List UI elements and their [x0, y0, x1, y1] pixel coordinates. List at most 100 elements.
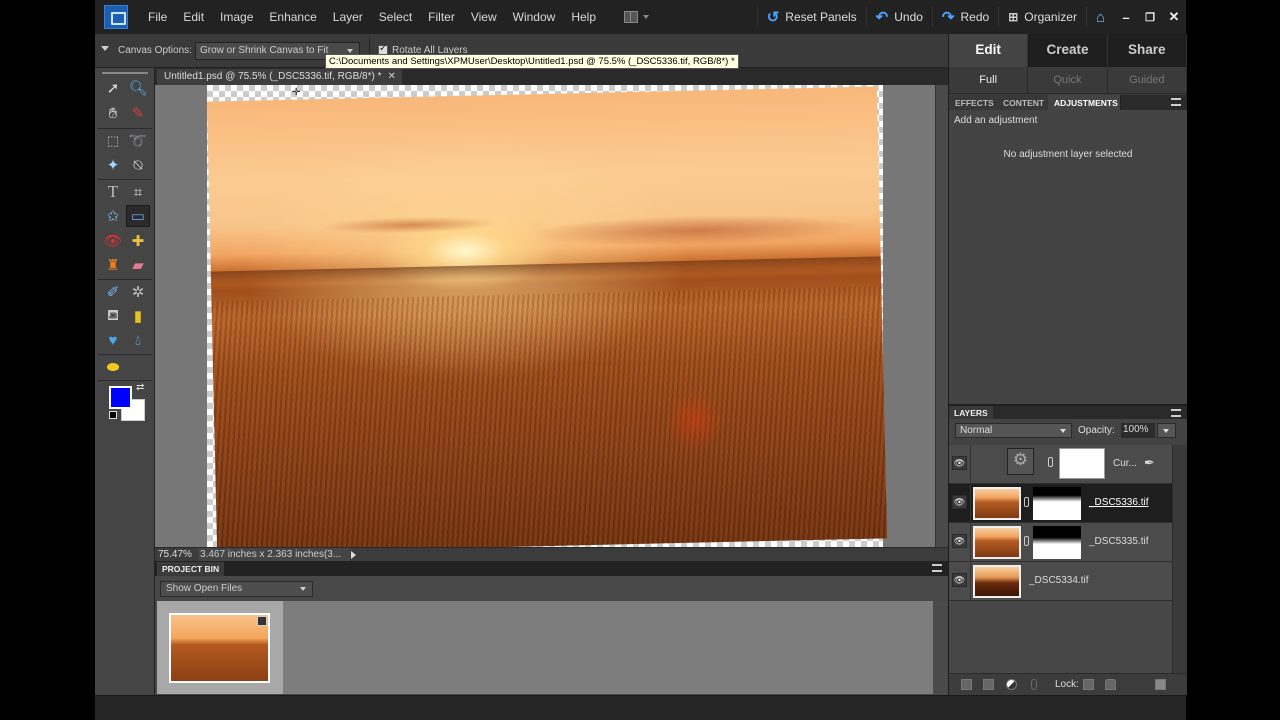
brush-tool-icon[interactable]: ✐ — [101, 281, 125, 303]
eyedropper-tool-icon[interactable]: ✎ — [126, 102, 150, 124]
menu-filter[interactable]: Filter — [420, 0, 463, 34]
layer-name[interactable]: _DSC5334.tif — [1029, 575, 1088, 586]
move-tool-icon[interactable]: ➚ — [101, 77, 125, 99]
panel-menu-icon[interactable] — [932, 564, 942, 572]
layer-mask-thumbnail[interactable] — [1059, 448, 1105, 479]
cookie-cutter-tool-icon[interactable]: ✩ — [101, 205, 125, 227]
layer-name[interactable]: _DSC5336.tif — [1089, 497, 1148, 508]
eraser-tool-icon[interactable]: ▰ — [126, 254, 150, 276]
eyedropper-icon[interactable]: ✒ — [1144, 455, 1155, 471]
healing-brush-tool-icon[interactable]: ✚ — [126, 230, 150, 252]
menu-help[interactable]: Help — [563, 0, 604, 34]
tab-create[interactable]: Create — [1028, 34, 1108, 67]
layer-row[interactable]: 👁︎ _DSC5334.tif — [949, 562, 1172, 601]
lock-all-icon[interactable] — [1105, 679, 1116, 690]
menu-image[interactable]: Image — [212, 0, 261, 34]
link-chain-icon[interactable] — [1048, 457, 1053, 467]
lasso-tool-icon[interactable]: ➰ — [126, 130, 150, 152]
show-files-select[interactable]: Show Open Files — [160, 581, 313, 597]
organizer-button[interactable]: ⊞ Organizer — [998, 7, 1086, 27]
link-layers-icon[interactable] — [1031, 679, 1037, 690]
restore-button[interactable]: ❐ — [1138, 11, 1162, 24]
gradient-tool-icon[interactable]: ▮ — [126, 305, 150, 327]
smart-brush-tool-icon[interactable]: ✲ — [126, 281, 150, 303]
layer-name[interactable]: _DSC5335.tif — [1089, 536, 1148, 547]
status-menu-arrow-icon[interactable] — [351, 551, 356, 559]
panel-menu-icon[interactable] — [1171, 409, 1181, 417]
blend-mode-select[interactable]: Normal — [955, 423, 1072, 438]
layer-name[interactable]: Cur... — [1113, 458, 1137, 469]
visibility-eye-icon[interactable]: 👁︎ — [952, 534, 967, 548]
layer-row[interactable]: 👁︎ ⚙ Cur... ✒ — [949, 445, 1172, 484]
new-layer-icon[interactable] — [961, 679, 972, 690]
menu-layer[interactable]: Layer — [325, 0, 371, 34]
canvas-area[interactable]: ✛ — [155, 85, 935, 547]
layers-scrollbar[interactable] — [1172, 445, 1187, 673]
default-colors-icon[interactable] — [109, 411, 117, 419]
layer-mask-thumbnail[interactable] — [1033, 487, 1081, 520]
foreground-color-swatch[interactable] — [109, 386, 132, 409]
layer-mask-thumbnail[interactable] — [1033, 526, 1081, 559]
minimize-button[interactable]: – — [1114, 10, 1138, 25]
type-tool-icon[interactable]: T — [101, 181, 125, 203]
home-button[interactable]: ⌂ — [1085, 7, 1114, 27]
visibility-eye-icon[interactable]: 👁︎ — [952, 573, 967, 587]
add-mask-icon[interactable] — [983, 679, 994, 690]
new-adjustment-layer-icon[interactable] — [1006, 679, 1017, 690]
reset-panels-button[interactable]: ↺ Reset Panels — [756, 7, 866, 27]
panel-menu-icon[interactable] — [1171, 98, 1181, 106]
quick-selection-tool-icon[interactable]: ⍉ — [126, 154, 150, 176]
menu-file[interactable]: File — [140, 0, 175, 34]
hand-tool-icon[interactable]: ✋︎ — [101, 102, 125, 124]
paint-bucket-tool-icon[interactable]: ⛾ — [101, 305, 125, 327]
lock-transparency-icon[interactable] — [1083, 679, 1094, 690]
menu-edit[interactable]: Edit — [175, 0, 212, 34]
opacity-dropdown[interactable] — [1157, 423, 1176, 438]
tab-full[interactable]: Full — [949, 67, 1029, 93]
redo-button[interactable]: ↷ Redo — [931, 7, 998, 27]
marquee-tool-icon[interactable]: ⬚ — [101, 130, 125, 152]
arrange-documents-icon[interactable] — [624, 11, 638, 23]
tab-share[interactable]: Share — [1108, 34, 1187, 67]
tab-content[interactable]: CONTENT — [997, 95, 1052, 110]
arrange-dropdown-icon[interactable] — [643, 15, 649, 19]
document-tab[interactable]: Untitled1.psd @ 75.5% (_DSC5336.tif, RGB… — [157, 69, 402, 85]
layer-row[interactable]: 👁︎ _DSC5335.tif — [949, 523, 1172, 562]
sponge-tool-icon[interactable]: ⬬ — [101, 356, 125, 378]
menu-view[interactable]: View — [463, 0, 505, 34]
project-bin-tab[interactable]: PROJECT BIN — [157, 562, 225, 576]
visibility-eye-icon[interactable]: 👁︎ — [952, 456, 967, 470]
toolbox-grip[interactable] — [102, 72, 148, 74]
layer-row[interactable]: 👁︎ _DSC5336.tif — [949, 484, 1172, 523]
app-logo-icon[interactable] — [104, 5, 128, 29]
red-eye-tool-icon[interactable]: 👁︎ — [101, 230, 125, 252]
zoom-level[interactable]: 75.47% — [158, 549, 192, 560]
tab-effects[interactable]: EFFECTS — [949, 95, 1001, 110]
blur-tool-icon[interactable]: 💧︎ — [126, 329, 150, 351]
tab-layers[interactable]: LAYERS — [949, 406, 993, 420]
options-collapse-icon[interactable] — [101, 46, 109, 51]
zoom-tool-icon[interactable]: 🔍︎ — [126, 77, 150, 99]
tab-edit[interactable]: Edit — [949, 34, 1029, 67]
tab-guided[interactable]: Guided — [1108, 67, 1187, 93]
menu-select[interactable]: Select — [371, 0, 420, 34]
clone-stamp-tool-icon[interactable]: ♜ — [101, 254, 125, 276]
straighten-tool-icon[interactable]: ▭ — [126, 205, 150, 227]
trash-icon[interactable] — [1155, 679, 1166, 690]
wheat-field-sunset-photo[interactable] — [206, 86, 888, 547]
menu-enhance[interactable]: Enhance — [261, 0, 324, 34]
magic-wand-tool-icon[interactable]: ✦ — [101, 154, 125, 176]
swap-colors-icon[interactable]: ⇄ — [136, 382, 144, 393]
visibility-eye-icon[interactable]: 👁︎ — [952, 495, 967, 509]
opacity-input[interactable]: 100% — [1121, 423, 1155, 438]
tab-adjustments[interactable]: ADJUSTMENTS — [1048, 95, 1121, 110]
link-chain-icon[interactable] — [1024, 536, 1029, 546]
close-button[interactable]: ✕ — [1162, 9, 1186, 25]
project-bin-scrollbar[interactable] — [934, 601, 947, 694]
tab-quick[interactable]: Quick — [1028, 67, 1108, 93]
link-chain-icon[interactable] — [1024, 497, 1029, 507]
crop-tool-icon[interactable]: ⌗ — [126, 181, 150, 203]
close-document-icon[interactable]: ✕ — [387, 71, 395, 82]
undo-button[interactable]: ↶ Undo — [865, 7, 932, 27]
custom-shape-tool-icon[interactable]: ♥ — [101, 329, 125, 351]
